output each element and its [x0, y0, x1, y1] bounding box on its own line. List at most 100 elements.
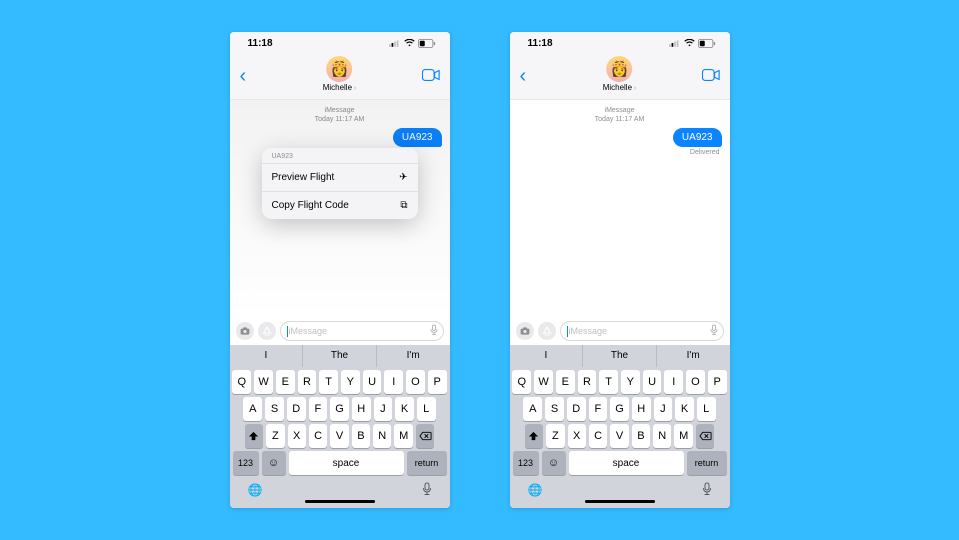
key-m[interactable]: M [674, 424, 692, 448]
delivered-label: Delivered [518, 149, 722, 156]
suggestion[interactable]: I'm [376, 345, 450, 367]
facetime-button[interactable] [702, 68, 720, 86]
globe-key[interactable]: 🌐 [248, 483, 263, 497]
dictation-key[interactable] [422, 482, 432, 499]
key-b[interactable]: B [352, 424, 370, 448]
key-g[interactable]: G [610, 397, 629, 421]
key-d[interactable]: D [567, 397, 586, 421]
text-caret [567, 326, 568, 337]
key-w[interactable]: W [254, 370, 273, 394]
conversation-area[interactable]: iMessageToday 11:17 AM UA923 Delivered [510, 100, 730, 318]
suggestion[interactable]: I [230, 345, 303, 367]
camera-button[interactable] [236, 322, 254, 340]
contact-info[interactable]: Michelle [603, 56, 637, 92]
key-v[interactable]: V [330, 424, 348, 448]
key-c[interactable]: C [589, 424, 607, 448]
key-r[interactable]: R [298, 370, 317, 394]
emoji-key[interactable]: ☺ [542, 451, 566, 475]
key-j[interactable]: J [374, 397, 393, 421]
phone-screenshot-right: 11:18 ‹ Michelle iMessageToday 11:17 AM … [510, 32, 730, 508]
key-d[interactable]: D [287, 397, 306, 421]
key-h[interactable]: H [632, 397, 651, 421]
dictation-icon[interactable] [430, 325, 438, 338]
key-c[interactable]: C [309, 424, 327, 448]
key-g[interactable]: G [330, 397, 349, 421]
globe-key[interactable]: 🌐 [528, 483, 543, 497]
back-button[interactable]: ‹ [520, 65, 527, 88]
key-o[interactable]: O [686, 370, 705, 394]
key-l[interactable]: L [417, 397, 436, 421]
space-key[interactable]: space [569, 451, 684, 475]
key-x[interactable]: X [288, 424, 306, 448]
message-input[interactable]: iMessage [280, 321, 444, 341]
return-key[interactable]: return [687, 451, 727, 475]
numbers-key[interactable]: 123 [513, 451, 539, 475]
key-p[interactable]: P [708, 370, 727, 394]
key-u[interactable]: U [363, 370, 382, 394]
key-n[interactable]: N [653, 424, 671, 448]
key-s[interactable]: S [545, 397, 564, 421]
sent-message-bubble[interactable]: UA923 [673, 128, 722, 147]
keyboard: I The I'm Q W E R T Y U I O P A S D F G … [230, 345, 450, 508]
key-h[interactable]: H [352, 397, 371, 421]
key-k[interactable]: K [675, 397, 694, 421]
app-store-button[interactable] [258, 322, 276, 340]
key-r[interactable]: R [578, 370, 597, 394]
space-key[interactable]: space [289, 451, 404, 475]
home-indicator[interactable] [585, 500, 655, 503]
key-t[interactable]: T [599, 370, 618, 394]
suggestion[interactable]: The [582, 345, 656, 367]
key-z[interactable]: Z [546, 424, 564, 448]
key-b[interactable]: B [632, 424, 650, 448]
key-q[interactable]: Q [512, 370, 531, 394]
key-u[interactable]: U [643, 370, 662, 394]
shift-key[interactable] [245, 424, 263, 448]
dictation-icon[interactable] [710, 325, 718, 338]
facetime-button[interactable] [422, 68, 440, 86]
key-e[interactable]: E [276, 370, 295, 394]
return-key[interactable]: return [407, 451, 447, 475]
key-o[interactable]: O [406, 370, 425, 394]
home-indicator[interactable] [305, 500, 375, 503]
key-m[interactable]: M [394, 424, 412, 448]
app-store-button[interactable] [538, 322, 556, 340]
context-menu-preview-flight[interactable]: Preview Flight ✈ [262, 163, 418, 191]
suggestion[interactable]: I'm [656, 345, 730, 367]
dictation-key[interactable] [702, 482, 712, 499]
key-f[interactable]: F [589, 397, 608, 421]
key-x[interactable]: X [568, 424, 586, 448]
key-y[interactable]: Y [341, 370, 360, 394]
key-t[interactable]: T [319, 370, 338, 394]
key-v[interactable]: V [610, 424, 628, 448]
backspace-key[interactable] [416, 424, 434, 448]
key-n[interactable]: N [373, 424, 391, 448]
back-button[interactable]: ‹ [240, 65, 247, 88]
key-z[interactable]: Z [266, 424, 284, 448]
context-menu-copy-flight-code[interactable]: Copy Flight Code ⧉ [262, 191, 418, 219]
conversation-area[interactable]: iMessageToday 11:17 AM UA923 UA923 Previ… [230, 100, 450, 318]
key-e[interactable]: E [556, 370, 575, 394]
key-i[interactable]: I [664, 370, 683, 394]
backspace-key[interactable] [696, 424, 714, 448]
camera-button[interactable] [516, 322, 534, 340]
key-a[interactable]: A [243, 397, 262, 421]
key-y[interactable]: Y [621, 370, 640, 394]
key-p[interactable]: P [428, 370, 447, 394]
key-a[interactable]: A [523, 397, 542, 421]
contact-info[interactable]: Michelle [323, 56, 357, 92]
shift-key[interactable] [525, 424, 543, 448]
emoji-key[interactable]: ☺ [262, 451, 286, 475]
key-q[interactable]: Q [232, 370, 251, 394]
key-s[interactable]: S [265, 397, 284, 421]
key-i[interactable]: I [384, 370, 403, 394]
key-j[interactable]: J [654, 397, 673, 421]
suggestion[interactable]: I [510, 345, 583, 367]
key-f[interactable]: F [309, 397, 328, 421]
message-input[interactable]: iMessage [560, 321, 724, 341]
sent-message-bubble[interactable]: UA923 [393, 128, 442, 147]
key-k[interactable]: K [395, 397, 414, 421]
key-l[interactable]: L [697, 397, 716, 421]
numbers-key[interactable]: 123 [233, 451, 259, 475]
key-w[interactable]: W [534, 370, 553, 394]
suggestion[interactable]: The [302, 345, 376, 367]
